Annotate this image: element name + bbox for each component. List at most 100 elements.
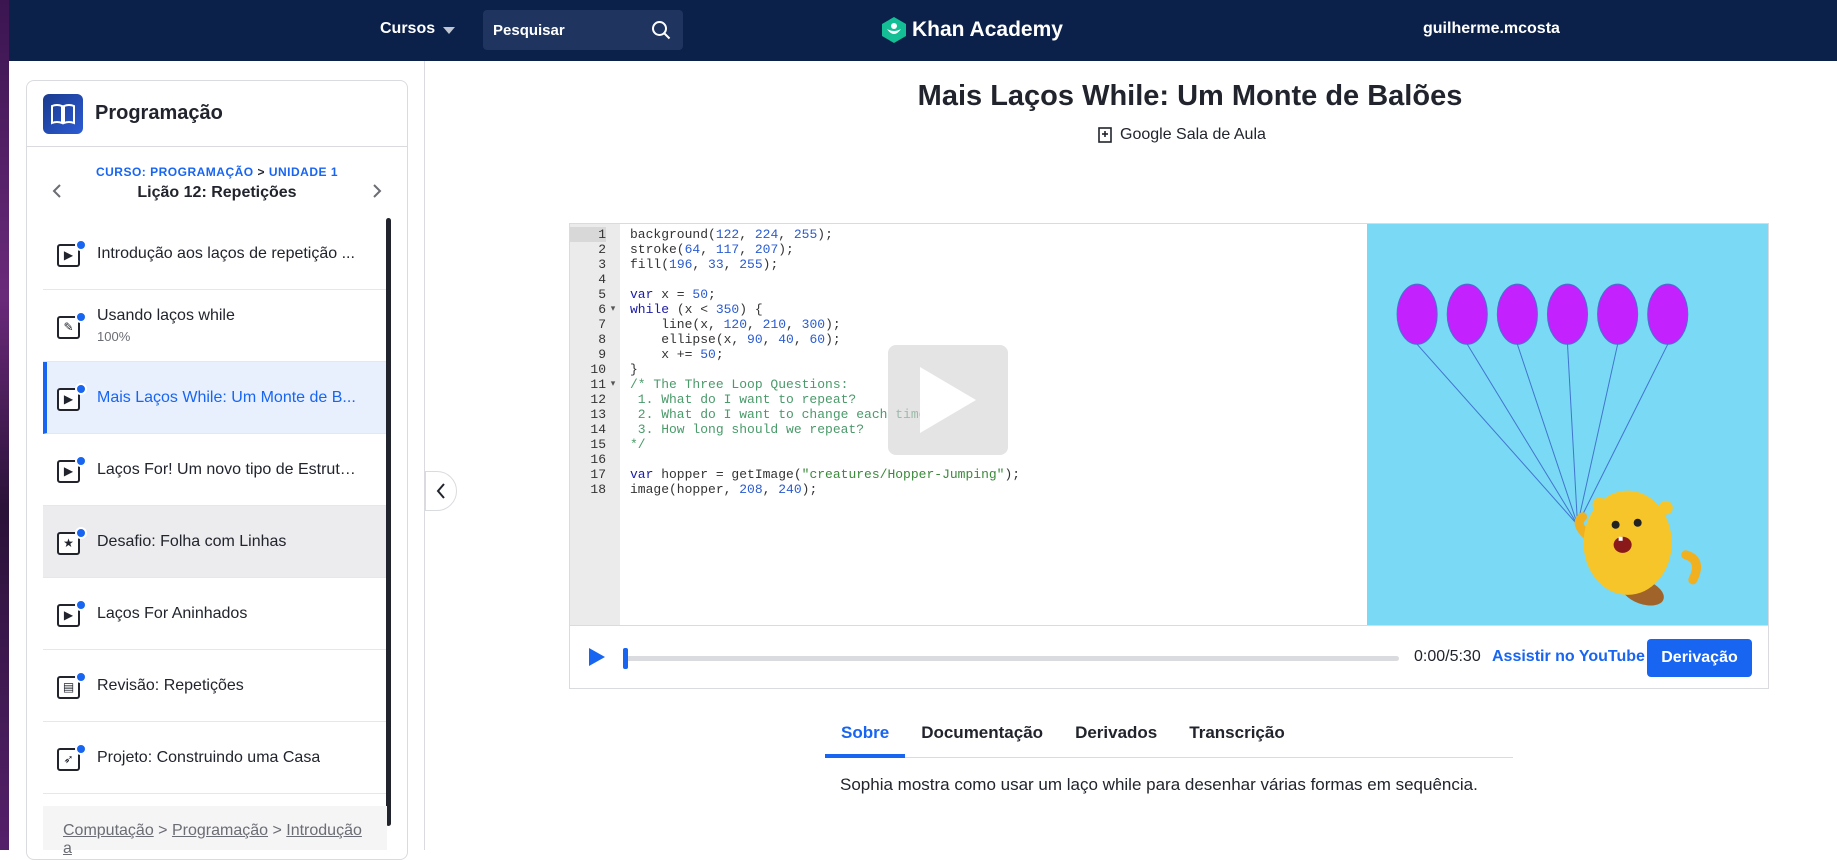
- sidebar-scrollbar[interactable]: [386, 218, 391, 826]
- code-text: line(x, 120, 210, 300);: [630, 317, 841, 332]
- play-icon[interactable]: [588, 647, 606, 667]
- line-number: 2: [598, 242, 606, 257]
- footer-crumb-programacao[interactable]: Programação: [172, 822, 268, 839]
- code-editor[interactable]: 1 background(122, 224, 255); 2 stroke(64, 1…: [570, 224, 1367, 625]
- user-menu[interactable]: guilherme.mcosta: [1423, 20, 1560, 38]
- watch-on-youtube-link[interactable]: Assistir no YouTube: [1492, 648, 1645, 666]
- fold-marker[interactable]: [606, 317, 620, 332]
- line-number: 10: [590, 362, 606, 377]
- sidebar-footer-breadcrumb: Computação > Programação > Introdução a: [43, 806, 387, 857]
- fold-marker[interactable]: [606, 392, 620, 407]
- balloon: [1446, 283, 1488, 345]
- fold-marker[interactable]: [606, 287, 620, 302]
- spin-off-button[interactable]: Derivação: [1647, 639, 1752, 677]
- lesson-item[interactable]: ▶ Laços For! Um novo tipo de Estrutu...: [43, 434, 387, 506]
- fold-marker[interactable]: [606, 347, 620, 362]
- lesson-item[interactable]: ▶ Laços For Aninhados: [43, 578, 387, 650]
- line-number: 8: [598, 332, 606, 347]
- progress-track[interactable]: [625, 656, 1399, 661]
- share-to-classroom-icon: [1098, 127, 1112, 143]
- output-drawing: [1367, 224, 1768, 625]
- breadcrumb-course-link[interactable]: CURSO: PROGRAMAÇÃO: [96, 165, 254, 179]
- fold-marker[interactable]: ▾: [606, 302, 620, 317]
- fold-marker[interactable]: [606, 422, 620, 437]
- fold-marker[interactable]: [606, 362, 620, 377]
- lesson-item[interactable]: ➶ Projeto: Construindo uma Casa: [43, 722, 387, 794]
- courses-menu-button[interactable]: Cursos: [380, 20, 456, 38]
- chevron-down-icon: [443, 26, 456, 34]
- lesson-item-label: Introdução aos laços de repetição ...: [97, 244, 355, 262]
- code-line[interactable]: 1 background(122, 224, 255);: [570, 227, 1020, 242]
- code-line[interactable]: 6 ▾ while (x < 350) {: [570, 302, 1020, 317]
- lesson-item[interactable]: ✎ Usando laços while 100%: [43, 290, 387, 362]
- code-text: background(122, 224, 255);: [630, 227, 833, 242]
- course-breadcrumb: CURSO: PROGRAMAÇÃO > UNIDADE 1: [27, 165, 407, 179]
- fold-marker[interactable]: [606, 227, 620, 242]
- fold-marker[interactable]: [606, 407, 620, 422]
- tab-sobre[interactable]: Sobre: [825, 710, 906, 758]
- fold-marker[interactable]: [606, 257, 620, 272]
- line-number: 6: [598, 302, 606, 317]
- tab-documentacao[interactable]: Documentação: [905, 710, 1059, 757]
- tab-transcricao[interactable]: Transcrição: [1173, 710, 1300, 757]
- footer-crumb-computacao[interactable]: Computação: [63, 822, 154, 839]
- video-icon: ▶: [57, 382, 87, 411]
- play-overlay-button[interactable]: [888, 345, 1008, 455]
- code-line[interactable]: 4: [570, 272, 1020, 287]
- code-line[interactable]: 3 fill(196, 33, 255);: [570, 257, 1020, 272]
- breadcrumb-unit-link[interactable]: UNIDADE 1: [269, 165, 338, 179]
- search-icon[interactable]: [651, 20, 671, 40]
- star-icon: ★: [57, 526, 87, 555]
- code-line[interactable]: 5 var x = 50;: [570, 287, 1020, 302]
- breadcrumb-separator: >: [257, 165, 265, 179]
- collapse-sidebar-button[interactable]: [425, 471, 457, 511]
- fold-marker[interactable]: [606, 467, 620, 482]
- fold-marker[interactable]: [606, 332, 620, 347]
- code-line[interactable]: 18 image(hopper, 208, 240);: [570, 482, 1020, 497]
- completed-check-icon: [75, 598, 87, 611]
- talkthrough-player: 1 background(122, 224, 255); 2 stroke(64, 1…: [569, 223, 1769, 689]
- video-icon: ▶: [57, 238, 87, 267]
- lesson-item[interactable]: ▶ Introdução aos laços de repetição ...: [43, 218, 387, 290]
- courses-label: Cursos: [380, 20, 436, 37]
- lesson-item-label: Usando laços while: [97, 307, 235, 324]
- tab-derivados[interactable]: Derivados: [1059, 710, 1173, 757]
- google-classroom-label: Google Sala de Aula: [1120, 126, 1266, 143]
- fold-marker[interactable]: [606, 437, 620, 452]
- video-icon: ▶: [57, 454, 87, 483]
- content-tabs: Sobre Documentação Derivados Transcrição: [825, 710, 1513, 758]
- completed-check-icon: [75, 454, 87, 467]
- fold-marker[interactable]: [606, 452, 620, 467]
- play-icon: [920, 367, 976, 433]
- chevron-right-icon: [373, 184, 382, 198]
- search-input[interactable]: [493, 21, 643, 39]
- line-number: 12: [590, 392, 606, 407]
- code-text: stroke(64, 117, 207);: [630, 242, 794, 257]
- line-number: 7: [598, 317, 606, 332]
- code-line[interactable]: 2 stroke(64, 117, 207);: [570, 242, 1020, 257]
- search-box[interactable]: [483, 10, 683, 50]
- next-lesson-button[interactable]: [367, 181, 387, 201]
- khan-academy-logo[interactable]: Khan Academy: [882, 17, 1063, 43]
- fold-marker[interactable]: [606, 242, 620, 257]
- player-controls: 0:00/5:30 Assistir no YouTube Derivação: [570, 625, 1768, 688]
- lesson-item-current[interactable]: ▶ Mais Laços While: Um Monte de B...: [43, 362, 387, 434]
- course-title: Programação: [95, 102, 223, 124]
- balloon: [1546, 283, 1589, 345]
- document-icon: ▤: [57, 670, 87, 699]
- code-line[interactable]: 17 var hopper = getImage("creatures/Hoppe…: [570, 467, 1020, 482]
- fold-marker[interactable]: ▾: [606, 377, 620, 392]
- rocket-icon: ➶: [57, 742, 87, 771]
- code-text: var x = 50;: [630, 287, 716, 302]
- lesson-item[interactable]: ▤ Revisão: Repetições: [43, 650, 387, 722]
- google-classroom-button[interactable]: Google Sala de Aula: [1098, 126, 1266, 144]
- chevron-left-icon: [52, 184, 61, 198]
- progress-scrubber[interactable]: [623, 648, 628, 669]
- previous-lesson-button[interactable]: [47, 181, 67, 201]
- fold-marker[interactable]: [606, 272, 620, 287]
- code-line[interactable]: 7 line(x, 120, 210, 300);: [570, 317, 1020, 332]
- fold-marker[interactable]: [606, 482, 620, 497]
- lesson-item[interactable]: ★ Desafio: Folha com Linhas: [43, 506, 387, 578]
- top-navigation-bar: Cursos Khan Academy guilherme.mcosta: [9, 0, 1837, 61]
